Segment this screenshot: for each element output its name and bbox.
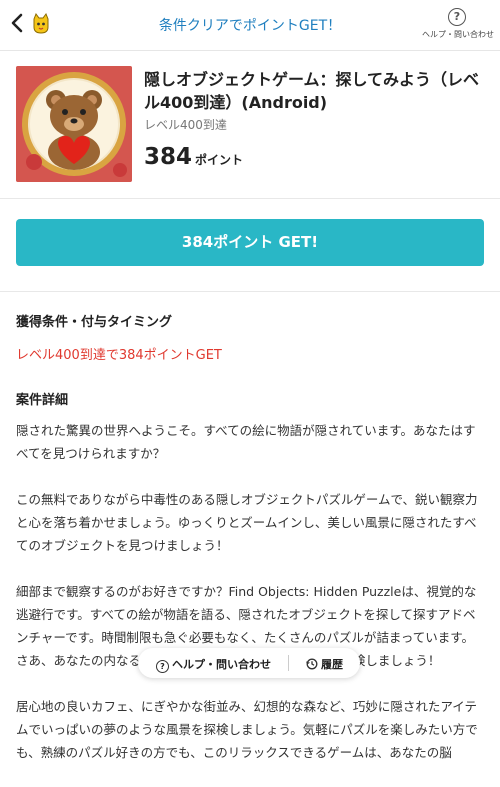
- divider: [288, 655, 289, 671]
- help-contact-button[interactable]: ? ヘルプ・問い合わせ: [156, 656, 271, 673]
- offer-title: 隠しオブジェクトゲーム：探してみよう（レベル400到達）(Android): [144, 70, 480, 112]
- points-unit: ポイント: [195, 153, 244, 167]
- help-label: ヘルプ・問い合わせ: [422, 30, 494, 39]
- divider: [0, 198, 500, 199]
- floating-action-bar: ? ヘルプ・問い合わせ 履歴: [138, 648, 360, 678]
- conditions-text: レベル400到達で384ポイントGET: [16, 348, 222, 363]
- details-heading: 案件詳細: [16, 393, 69, 408]
- help-contact-label: ヘルプ・問い合わせ: [172, 658, 271, 671]
- question-circle-icon: ?: [156, 660, 169, 673]
- points-number: 384: [144, 144, 193, 170]
- get-points-button[interactable]: 384ポイント GET!: [16, 219, 484, 266]
- details-body: 隠された驚異の世界へようこそ。すべての絵に物語が隠されています。あなたはすべてを…: [16, 419, 484, 787]
- top-bar: 条件クリアでポイントGET！ ? ヘルプ・問い合わせ: [0, 0, 500, 51]
- details-paragraph: この無料でありながら中毒性のある隠しオブジェクトパズルゲームで、鋭い観察力と心を…: [16, 492, 478, 553]
- offer-subtitle: レベル400到達: [144, 118, 227, 132]
- conditions-heading: 獲得条件・付与タイミング: [16, 315, 173, 330]
- help-link[interactable]: ? ヘルプ・問い合わせ: [422, 8, 494, 40]
- offer-summary: 隠しオブジェクトゲーム：探してみよう（レベル400到達）(Android) レベ…: [16, 66, 486, 186]
- details-paragraph: 居心地の良いカフェ、にぎやかな街並み、幻想的な森など、巧妙に隠されたアイテムでい…: [16, 699, 478, 760]
- clock-history-icon: [306, 658, 318, 673]
- history-button[interactable]: 履歴: [306, 656, 343, 673]
- divider: [0, 291, 500, 292]
- question-circle-icon: ?: [448, 8, 466, 26]
- history-label: 履歴: [321, 658, 343, 671]
- points-value: 384 ポイント: [144, 144, 243, 170]
- app-thumbnail: [16, 66, 132, 182]
- details-paragraph: 隠された驚異の世界へようこそ。すべての絵に物語が隠されています。あなたはすべてを…: [16, 423, 476, 461]
